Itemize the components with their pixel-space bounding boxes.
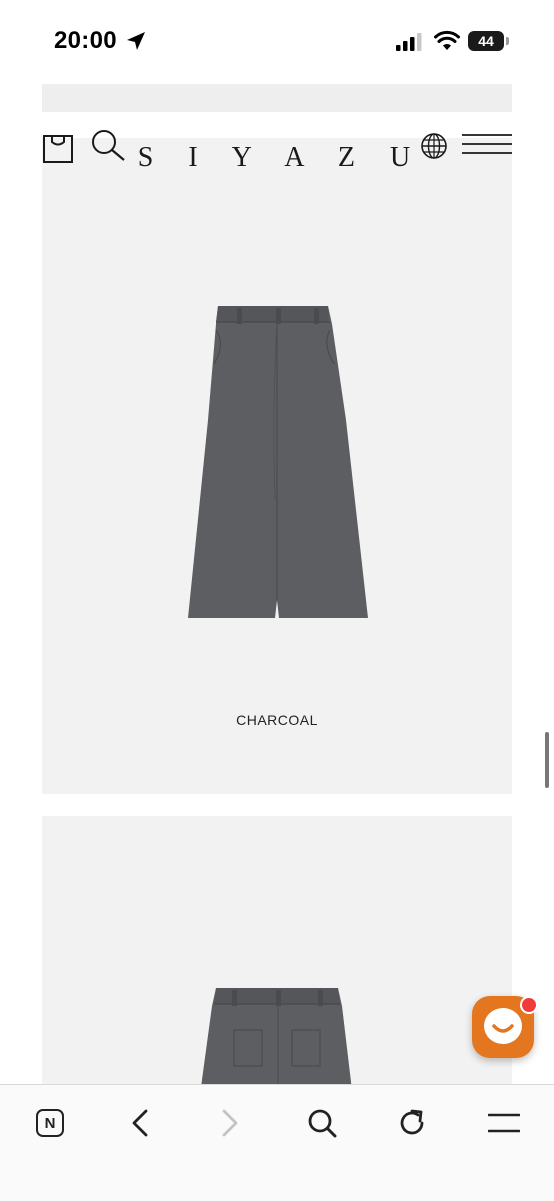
- scrollbar[interactable]: [545, 732, 549, 788]
- reload-button[interactable]: [390, 1101, 434, 1145]
- search-icon: [308, 1109, 337, 1138]
- battery-icon: 44: [468, 31, 510, 53]
- status-time: 20:00: [54, 27, 117, 54]
- site-header: S I Y A Z U: [0, 112, 554, 188]
- globe-icon[interactable]: [420, 132, 448, 160]
- product-card[interactable]: CHARCOAL: [42, 138, 512, 794]
- forward-button[interactable]: [208, 1101, 252, 1145]
- reload-icon: [400, 1109, 424, 1135]
- product-card[interactable]: [42, 816, 512, 1106]
- search-button[interactable]: [300, 1101, 344, 1145]
- battery-level: 44: [468, 31, 504, 51]
- hamburger-menu-icon[interactable]: [462, 132, 512, 156]
- location-arrow-icon: [127, 32, 145, 50]
- back-button[interactable]: [118, 1101, 162, 1145]
- chat-face-icon: [484, 1008, 522, 1044]
- cellular-signal-icon: [396, 33, 422, 51]
- naver-home-button[interactable]: N: [28, 1101, 72, 1145]
- previous-product-image-edge: [42, 84, 512, 112]
- menu-icon: [488, 1113, 520, 1133]
- forward-arrow-icon: [222, 1109, 238, 1137]
- skirt-front-image: [188, 306, 368, 618]
- browser-toolbar: N: [0, 1084, 554, 1201]
- browser-menu-button[interactable]: [482, 1101, 526, 1145]
- naver-home-icon: N: [36, 1109, 64, 1137]
- wifi-icon: [434, 30, 460, 50]
- back-arrow-icon: [132, 1109, 148, 1137]
- status-bar: 20:00 44: [0, 0, 554, 84]
- product-color-label: CHARCOAL: [236, 712, 318, 728]
- chat-notification-dot: [520, 996, 538, 1014]
